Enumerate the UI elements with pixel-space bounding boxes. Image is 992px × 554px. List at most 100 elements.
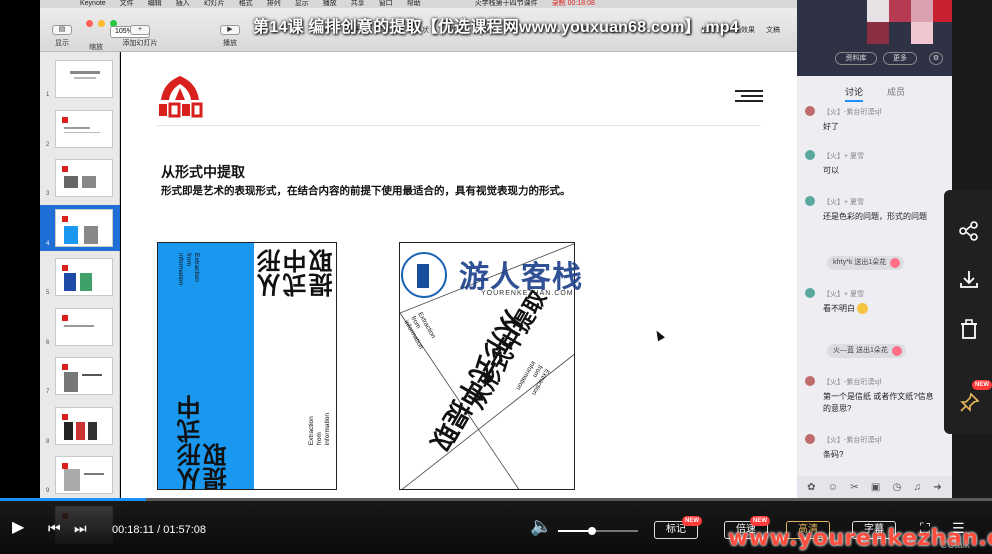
slide-number: 5 [46,290,50,296]
current-time: 00:18:11 [112,524,155,536]
chat-panel-header: 资料库 更多 ⚙ [797,0,952,76]
menubar-item[interactable]: Keynote [80,0,106,8]
thumbnail-preview [55,208,113,247]
time-display: 00:18:11 / 01:57:08 [112,524,207,536]
total-time: 01:57:08 [163,524,207,536]
bell-icon[interactable]: ♫ [914,482,922,493]
image-icon[interactable]: ▣ [871,482,880,493]
slide-number: 7 [46,389,50,395]
download-icon[interactable] [958,268,980,290]
fire-logo-icon [159,76,203,118]
slide-thumbnail[interactable]: 6 [40,304,120,350]
more-button[interactable]: 更多 [883,52,917,65]
menubar-item[interactable]: 窗口 [379,0,393,8]
poster1-english-top: Extraction from information [177,253,200,286]
slide-thumbnail[interactable]: 9 [40,452,120,498]
slide-heading: 从形式中提取 [161,164,245,180]
previous-icon[interactable]: ⏮ [48,520,61,536]
settings-icon[interactable]: ⚙ [929,52,943,65]
emoji-icon[interactable]: ☺ [828,482,838,493]
next-icon[interactable]: ⏭ [74,520,87,536]
trash-icon[interactable] [958,318,980,340]
thumbnail-preview [55,60,113,98]
chat-message: 【火】+ 夏雪 看不明白 [805,288,950,324]
mac-menubar: Keynote 文件 编辑 插入 幻灯片 格式 排列 显示 播放 共享 窗口 帮助 火学栈第十四节课件 录… [40,0,797,8]
slide-canvas[interactable]: 从形式中提取 形式即是艺术的表现形式，在结合内容的前提下使用最适合的，具有视觉表… [121,52,797,498]
avatar[interactable] [805,106,815,116]
chat-message: 【火】-紫台珩漠sjf 条码? [805,434,950,464]
menubar-item[interactable]: 格式 [239,0,253,8]
volume-slider[interactable] [558,530,638,532]
menubar-item[interactable]: 共享 [351,0,365,8]
mosaic-tile [867,0,889,22]
chat-message: 【火】+ 夏雪 可以 [805,150,950,180]
thumbnail-preview [55,258,113,296]
cctalk-logo: CCtalk [940,540,971,551]
slide-thumbnail[interactable]: 8 [40,403,120,449]
mosaic-tile [933,0,952,22]
slide-thumbnail[interactable]: 5 [40,254,120,300]
menubar-item[interactable]: 帮助 [407,0,421,8]
side-action-bar: NEW [944,190,992,434]
window-title: 火学栈第十四节课件 [474,0,538,7]
menu-lines-icon [735,90,763,102]
share-icon[interactable] [958,220,980,242]
slide-thumbnail[interactable]: 4 [40,204,120,251]
chat-tabs: 讨论 成员 [797,76,952,102]
progress-fill [0,498,146,501]
flower-icon [891,346,902,356]
chat-message: 【火】-紫台珩漠sjf 第一个是信纸 或者作文纸?信息的意思? [805,376,950,422]
avatar[interactable] [805,150,815,160]
tab-discussion[interactable]: 讨论 [845,85,864,102]
menubar-item[interactable]: 幻灯片 [204,0,225,8]
slide-thumbnail[interactable]: 2 [40,106,120,152]
mosaic-tile [911,22,933,44]
menubar-item[interactable]: 播放 [323,0,337,8]
send-arrow-icon[interactable]: ➜ [933,482,941,493]
slide-thumbnail[interactable]: 7 [40,353,120,399]
watermark-badge-icon [401,252,447,298]
poster1-vertical-title: 从形 式中 提取 [257,249,337,297]
scissors-icon[interactable]: ✂ [850,482,858,493]
menubar-item[interactable]: 排列 [267,0,281,8]
thumbnail-preview [55,357,113,395]
new-badge: NEW [750,516,770,526]
thumbnail-preview [55,159,113,197]
clock-icon[interactable]: ◷ [893,482,902,493]
avatar[interactable] [805,434,815,444]
mosaic-tile [867,22,889,44]
slide-number: 2 [46,141,50,148]
pin-icon[interactable] [958,392,980,414]
progress-bar[interactable] [0,498,992,501]
avatar[interactable] [805,376,815,386]
poster1-english-bottom: Extraction from information [308,413,331,446]
slide-number: 9 [46,488,50,494]
gift-notice: 火—蓝 送出1朵花 [827,344,906,358]
chat-message: 【火】-紫台珩漠sjf 好了 [805,106,950,136]
slide-description: 形式即是艺术的表现形式，在结合内容的前提下使用最适合的，具有视觉表现力的形式。 [161,185,571,197]
play-icon[interactable]: ▶ [12,520,24,536]
avatar[interactable] [805,196,815,206]
slide-number: 1 [46,92,50,98]
mosaic-tile [889,0,911,22]
volume-knob[interactable] [588,527,596,535]
thumbnail-preview [55,109,113,148]
new-badge: NEW [972,380,992,390]
menubar-item[interactable]: 插入 [176,0,190,8]
tab-members[interactable]: 成员 [887,85,905,98]
flower-gift-icon[interactable]: ✿ [807,482,815,493]
mosaic-tile [911,0,933,22]
volume-icon[interactable]: 🔈 [530,517,552,535]
menubar-item[interactable]: 文件 [120,0,134,8]
menubar-item[interactable]: 显示 [295,0,309,8]
avatar[interactable] [805,288,815,298]
slide-thumbnail[interactable]: 1 [40,56,120,102]
slide-thumbnail[interactable]: 3 [40,155,120,201]
poster-example-1: Extraction from information 从形 式中 提取 Extract… [157,242,337,490]
chat-message: 【火】+ 夏雪 还是色彩的问题，形式的问题 [805,196,950,242]
menubar-item[interactable]: 编辑 [148,0,162,8]
recording-time: 录制 00:18:08 [551,0,595,7]
library-button[interactable]: 资料库 [835,52,877,65]
poster1-bottom-title: 从形式中提取 [177,395,231,490]
chat-panel: 资料库 更多 ⚙ 讨论 成员 【火】-紫台珩漠sjf 好了 【火】+ 夏雪 可以… [797,0,952,498]
